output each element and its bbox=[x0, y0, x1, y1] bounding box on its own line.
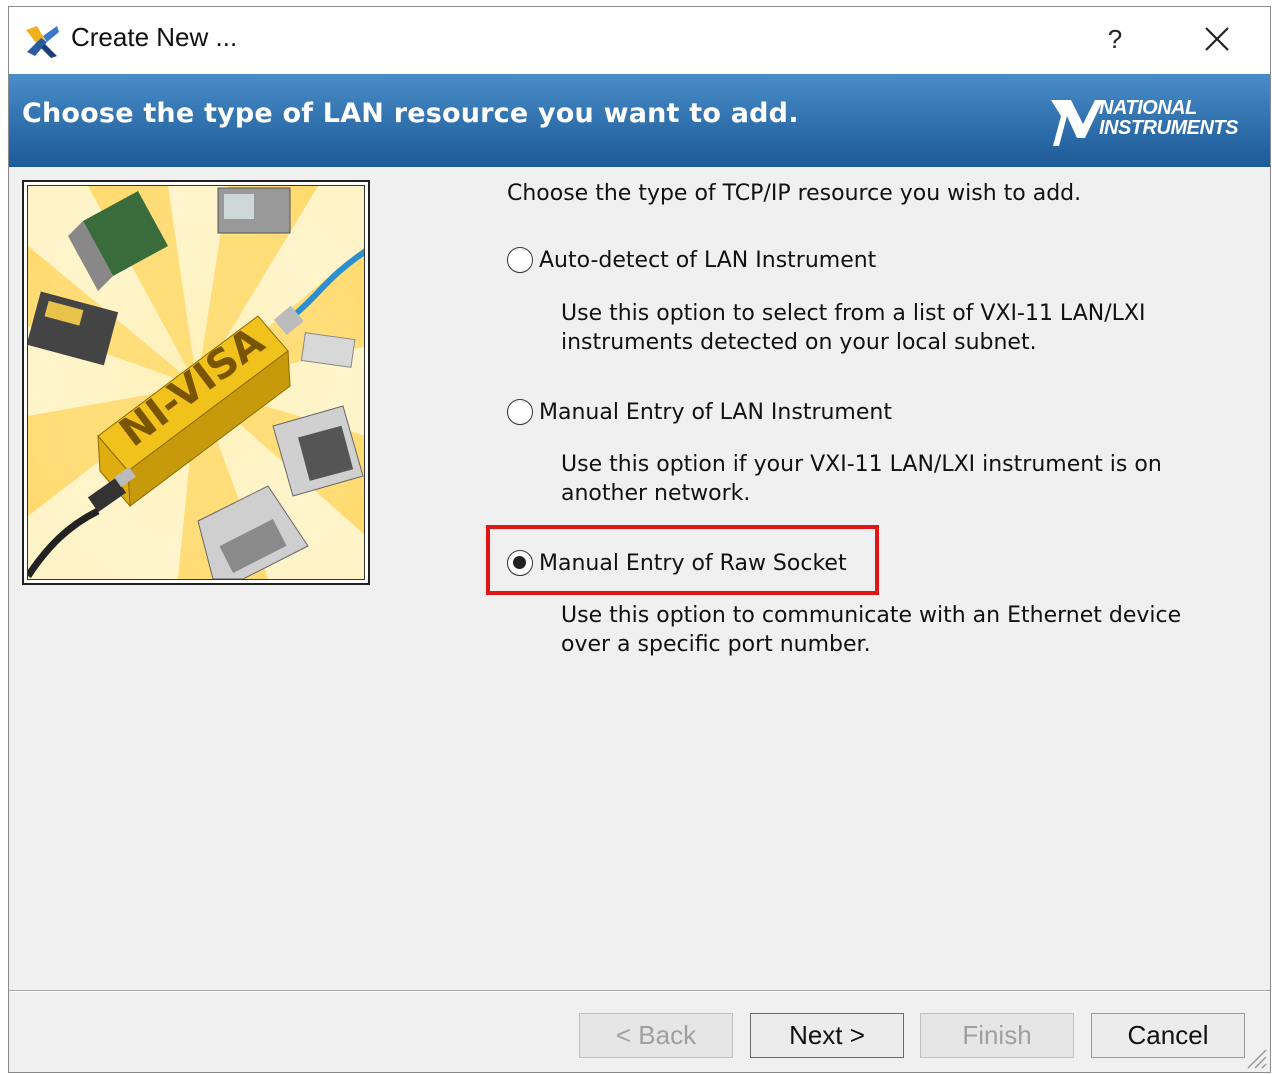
option-auto-detect-label: Auto-detect of LAN Instrument bbox=[539, 247, 877, 273]
ni-logo-text: NATIONAL INSTRUMENTS bbox=[1099, 98, 1238, 138]
ni-max-app-icon bbox=[26, 26, 59, 58]
title-bar: Create New ... ? bbox=[9, 7, 1270, 74]
ni-logo-line2: INSTRUMENTS bbox=[1099, 117, 1238, 139]
option-manual-lan[interactable]: Manual Entry of LAN Instrument bbox=[507, 399, 892, 425]
selection-highlight-box bbox=[486, 525, 879, 595]
ni-visa-artwork: NI-VISA bbox=[28, 186, 364, 579]
back-button[interactable]: < Back bbox=[579, 1013, 733, 1058]
option-raw-socket-description: Use this option to communicate with an E… bbox=[561, 603, 1182, 657]
ni-eagle-icon bbox=[1051, 100, 1103, 146]
oscilloscope-image bbox=[217, 187, 291, 234]
option-manual-lan-label: Manual Entry of LAN Instrument bbox=[539, 399, 892, 425]
next-button[interactable]: Next > bbox=[750, 1013, 904, 1058]
resize-grip-icon[interactable] bbox=[1242, 1044, 1268, 1070]
ni-visa-illustration: NI-VISA bbox=[22, 180, 370, 585]
ni-logo-line1: NATIONAL bbox=[1099, 97, 1197, 119]
help-button[interactable]: ? bbox=[1101, 17, 1129, 61]
create-new-dialog: Create New ... ? Choose the type of LAN … bbox=[8, 6, 1271, 1073]
radio-auto-detect[interactable] bbox=[507, 247, 533, 273]
intro-text: Choose the type of TCP/IP resource you w… bbox=[507, 181, 1082, 206]
header-banner: Choose the type of LAN resource you want… bbox=[9, 74, 1270, 167]
window-title: Create New ... bbox=[71, 22, 238, 52]
banner-heading: Choose the type of LAN resource you want… bbox=[22, 98, 799, 129]
radio-manual-lan[interactable] bbox=[507, 399, 533, 425]
close-icon[interactable] bbox=[1197, 19, 1237, 59]
finish-button[interactable]: Finish bbox=[920, 1013, 1074, 1058]
option-manual-lan-description: Use this option if your VXI-11 LAN/LXI i… bbox=[561, 452, 1162, 506]
national-instruments-logo: NATIONAL INSTRUMENTS bbox=[1049, 94, 1264, 154]
option-auto-detect[interactable]: Auto-detect of LAN Instrument bbox=[507, 247, 876, 273]
option-auto-detect-description: Use this option to select from a list of… bbox=[561, 301, 1146, 355]
cancel-button[interactable]: Cancel bbox=[1091, 1013, 1245, 1058]
